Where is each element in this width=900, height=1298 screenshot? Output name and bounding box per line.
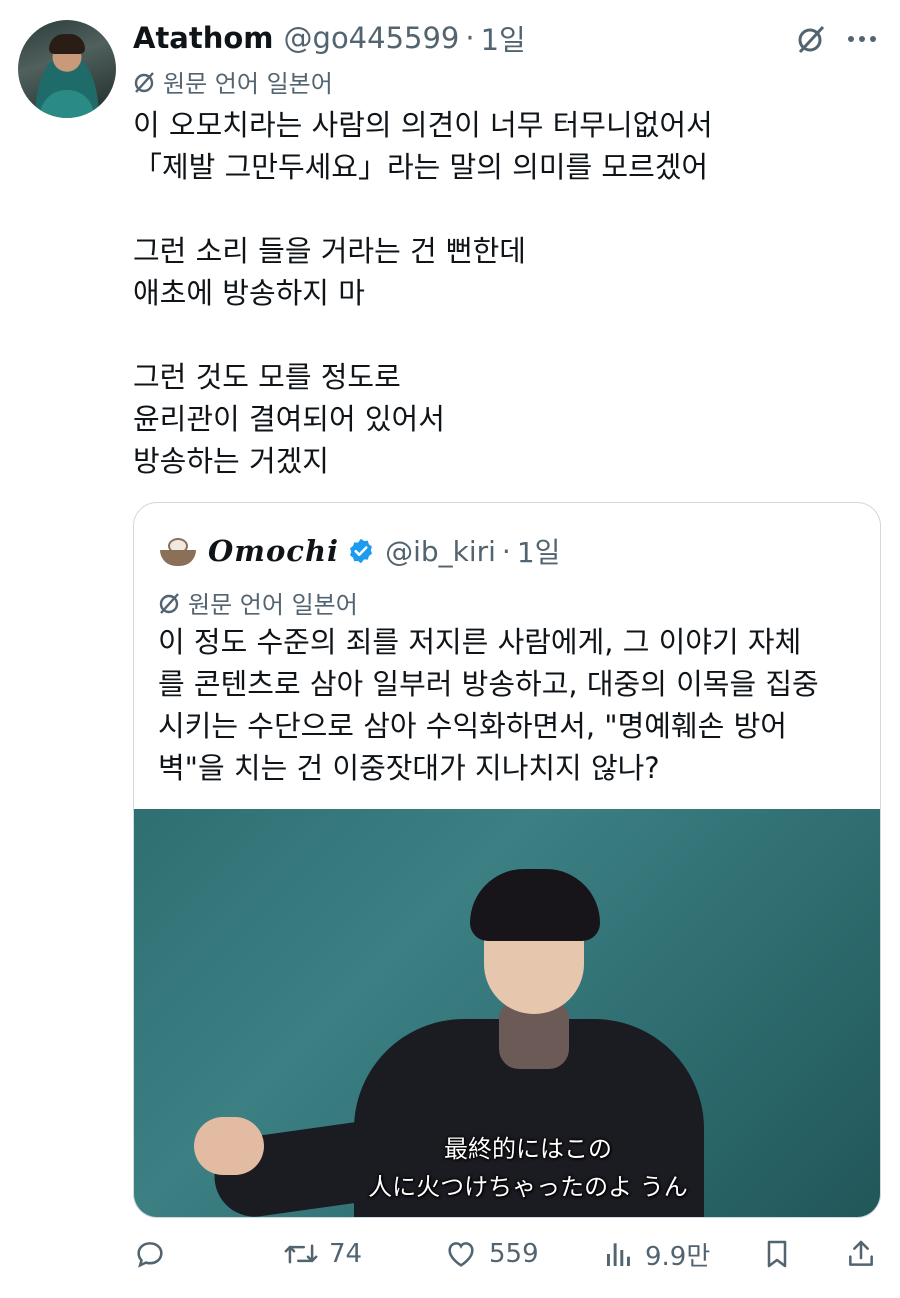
grok-icon[interactable] <box>794 22 828 56</box>
quote-translation-note-text: 원문 언어 일본어 <box>188 591 358 619</box>
author-handle[interactable]: @go445599 <box>284 21 460 55</box>
reply-button[interactable] <box>133 1232 177 1276</box>
tweet-line: 윤리관이 결여되어 있어서 <box>133 402 445 436</box>
quote-avatar[interactable] <box>158 534 198 568</box>
reply-icon <box>137 1242 163 1268</box>
retweet-count: 74 <box>329 1239 363 1269</box>
tweet-line: 방송하는 거겠지 <box>133 444 329 478</box>
bookmark-button[interactable] <box>761 1232 803 1276</box>
tweet-line: 그런 것도 모를 정도로 <box>133 360 401 394</box>
verified-badge-icon <box>347 537 375 565</box>
quote-translation-note[interactable]: 원문 언어 일본어 <box>158 585 358 620</box>
share-button[interactable] <box>845 1232 887 1276</box>
like-count: 559 <box>489 1239 539 1269</box>
views-button[interactable]: 9.9만 <box>603 1232 710 1276</box>
bookmark-icon <box>767 1240 787 1268</box>
video-subtitle-line-1: 最終的にはこの <box>444 1135 612 1163</box>
translation-note-text: 원문 언어 일본어 <box>163 70 333 98</box>
translate-icon <box>159 592 179 614</box>
tweet-line-blank <box>133 314 873 356</box>
retweet-icon <box>284 1244 318 1264</box>
bowl-logo-shape <box>160 550 196 566</box>
person-hair <box>470 869 600 941</box>
quote-header: Omochi @ib_kiri · 1일 <box>158 533 560 569</box>
quote-line: 시키는 수단으로 삼아 수익화하면서, "명예훼손 방어 <box>158 709 787 743</box>
author-name[interactable]: Atathom <box>133 21 274 55</box>
views-icon <box>607 1243 630 1266</box>
video-subtitle-line-2: 人に火つけちゃったのよ うん <box>368 1173 688 1201</box>
translation-note[interactable]: 원문 언어 일본어 <box>133 64 333 99</box>
tweet-body: 이 오모치라는 사람의 의견이 너무 터무니없어서 「제발 그만두세요」라는 말… <box>133 104 873 482</box>
retweet-button[interactable]: 74 <box>283 1232 362 1276</box>
tweet-header: Atathom @go445599 · 1일 <box>133 18 526 58</box>
share-icon <box>849 1240 873 1266</box>
quoted-tweet[interactable]: Omochi @ib_kiri · 1일 원문 언어 일본어 이 정도 수준의 … <box>133 502 881 1218</box>
tweet-line: 애초에 방송하지 마 <box>133 276 365 310</box>
quote-body: 이 정도 수준의 죄를 저지른 사람에게, 그 이야기 자체 를 콘텐츠로 삼아… <box>158 621 858 789</box>
separator-dot: · <box>465 21 475 55</box>
tweet-line: 「제발 그만두세요」라는 말의 의미를 모르겠어 <box>133 150 709 184</box>
tweet-line: 그런 소리 들을 거라는 건 뻔한데 <box>133 234 526 268</box>
quote-video[interactable]: 最終的にはこの 人に火つけちゃったのよ うん <box>134 809 880 1217</box>
quote-author-handle[interactable]: @ib_kiri <box>385 535 496 568</box>
quote-line: 이 정도 수준의 죄를 저지른 사람에게, 그 이야기 자체 <box>158 625 802 659</box>
more-icon[interactable] <box>845 22 879 56</box>
view-count: 9.9만 <box>645 1241 711 1272</box>
quote-author-name[interactable]: Omochi <box>208 534 339 568</box>
tweet-line: 이 오모치라는 사람의 의견이 너무 터무니없어서 <box>133 108 713 142</box>
like-button[interactable]: 559 <box>443 1232 539 1276</box>
avatar-hair <box>49 34 85 54</box>
author-avatar[interactable] <box>18 20 116 118</box>
translate-icon <box>134 71 154 93</box>
quote-line: 벽"을 치는 건 이중잣대가 지나치지 않나? <box>158 751 660 785</box>
quote-time[interactable]: 1일 <box>517 531 561 571</box>
like-icon <box>448 1242 474 1267</box>
tweet-line-blank <box>133 188 873 230</box>
quote-line: 를 콘텐츠로 삼아 일부러 방송하고, 대중의 이목을 집중 <box>158 667 819 701</box>
separator-dot: · <box>501 534 511 568</box>
tweet-time[interactable]: 1일 <box>481 17 526 59</box>
action-bar: 74 559 9.9만 <box>133 1232 881 1276</box>
avatar-shirt <box>40 90 94 118</box>
